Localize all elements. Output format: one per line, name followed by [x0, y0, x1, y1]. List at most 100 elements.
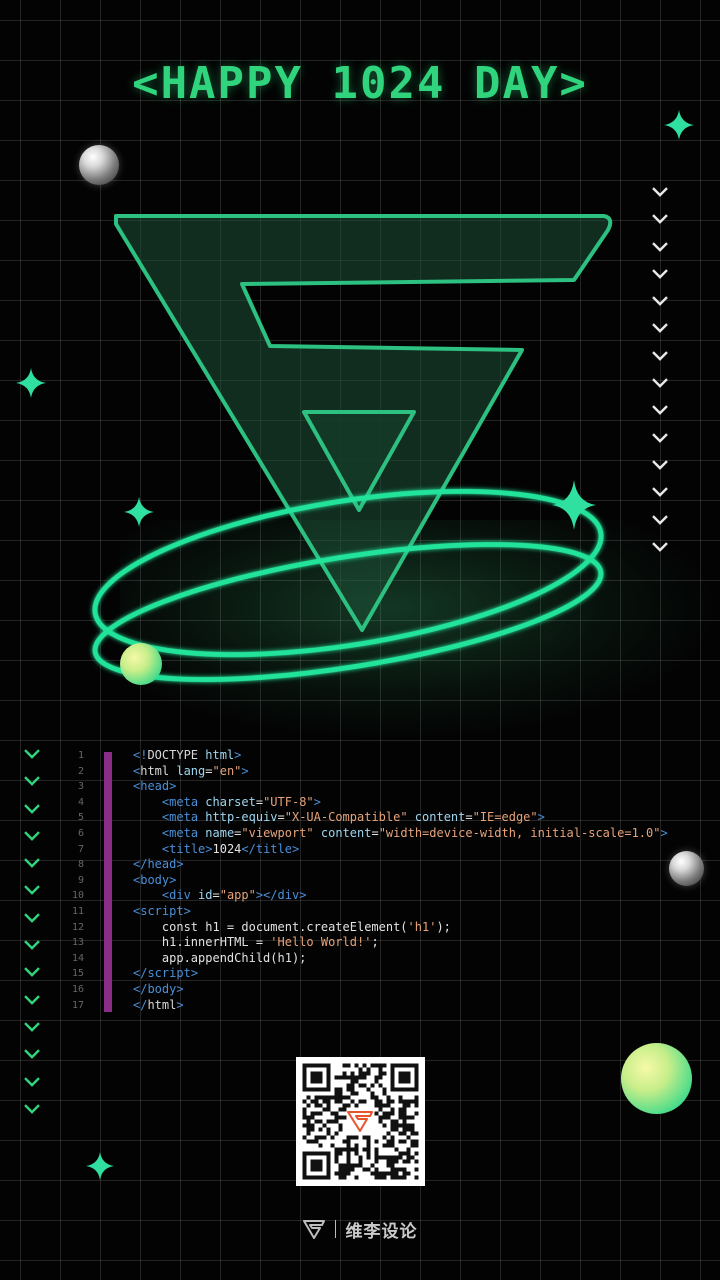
code-text: <!DOCTYPE html> [133, 748, 241, 764]
code-token: > [241, 763, 249, 778]
chevron-down-icon [24, 749, 40, 759]
code-token: = [277, 810, 285, 825]
qr-code-image [302, 1063, 419, 1180]
code-line: 13 h1.innerHTML = 'Hello World!'; [60, 935, 720, 951]
code-token: script [147, 966, 191, 981]
qr-code[interactable] [296, 1057, 425, 1186]
code-token: "en" [212, 763, 242, 778]
code-token: meta [169, 810, 206, 825]
code-line: 5 <meta http-equiv="X-UA-Compatible" con… [60, 810, 720, 826]
code-line: 7 <title>1024</title> [60, 842, 720, 858]
code-token: = [371, 825, 379, 840]
code-token: name [205, 825, 235, 840]
chevron-column-left [22, 742, 42, 1124]
code-line: 15 </script> [60, 966, 720, 982]
line-number: 2 [77, 765, 84, 777]
code-token: h1.innerHTML = [133, 935, 271, 950]
sparkle-icon [124, 497, 154, 527]
code-line: 6 <meta name="viewport" content="width=d… [60, 826, 720, 842]
code-text: app.appendChild(h1); [133, 951, 307, 967]
code-text: </head> [133, 857, 184, 873]
code-line: 9 <body> [60, 873, 720, 889]
code-line: 3 <head> [60, 779, 720, 795]
code-token: "UTF-8" [263, 794, 314, 809]
line-number: 16 [71, 983, 84, 995]
line-number: 6 [77, 827, 84, 839]
lime-orb [621, 1043, 692, 1114]
line-number: 9 [77, 874, 84, 886]
code-token: 'Hello World!' [270, 935, 372, 950]
line-number: 4 [77, 796, 84, 808]
line-number: 14 [71, 952, 84, 964]
chevron-down-icon [24, 885, 40, 896]
code-token: body [147, 981, 177, 996]
code-token: body [140, 872, 170, 887]
code-token: DOCTYPE [147, 748, 206, 762]
code-token: </ [133, 966, 148, 981]
code-token: > [190, 966, 199, 981]
sparkle-icon [16, 368, 46, 398]
chevron-down-icon [652, 351, 668, 361]
code-token: http-equiv [205, 810, 278, 825]
code-token: > [176, 857, 184, 872]
code-text: <html lang="en"> [133, 764, 249, 780]
code-token: = [205, 763, 213, 778]
code-line: 14 app.appendChild(h1); [60, 951, 720, 967]
code-token: "IE=edge" [472, 810, 538, 825]
code-token: = [465, 810, 473, 825]
code-text: <title>1024</title> [133, 842, 299, 858]
code-token: meta [169, 825, 206, 840]
code-token: head [140, 779, 170, 794]
code-text: <script> [133, 904, 191, 920]
line-number: 8 [77, 859, 84, 871]
triangle-logo-graphic [92, 214, 613, 682]
code-token: "viewport" [241, 825, 321, 840]
line-number: 12 [71, 921, 84, 933]
code-token: "X-UA-Compatible" [284, 810, 415, 825]
code-token: </ [241, 841, 256, 856]
code-text: </body> [133, 982, 184, 998]
sparkle-icon [86, 1152, 114, 1180]
code-line: 2 <html lang="en"> [60, 764, 720, 780]
chevron-down-icon [652, 487, 668, 498]
chevron-down-icon [24, 913, 40, 923]
code-text: <meta http-equiv="X-UA-Compatible" conte… [133, 810, 545, 826]
chevron-down-icon [652, 323, 668, 334]
chevron-down-icon [652, 296, 668, 307]
line-number: 10 [71, 890, 84, 902]
chevron-down-icon [24, 967, 40, 978]
code-token: > [313, 794, 321, 809]
lime-orb [120, 643, 162, 685]
code-token: div [169, 888, 199, 903]
code-line: 1 <!DOCTYPE html> [60, 748, 720, 764]
code-token: const h1 = document.createElement( [133, 919, 408, 934]
code-token: html [147, 997, 177, 1012]
sparkle-icon [664, 110, 694, 140]
code-token: </ [133, 981, 148, 996]
code-token: content [414, 810, 466, 825]
code-line: 11 <script> [60, 904, 720, 920]
chevron-down-icon [652, 460, 668, 470]
chevron-down-icon [24, 940, 40, 950]
sparkle-icon [552, 480, 596, 530]
chevron-down-icon [652, 432, 668, 443]
code-token: title [169, 841, 206, 856]
chevron-down-icon [652, 241, 668, 252]
chevron-down-icon [652, 214, 668, 225]
code-editor: 1 <!DOCTYPE html> 2 <html lang="en"> 3 <head>… [60, 748, 720, 1013]
code-token: > [660, 825, 668, 840]
line-number: 17 [71, 999, 84, 1011]
code-token: id [198, 888, 213, 903]
line-number: 7 [77, 843, 84, 855]
code-text: <body> [133, 873, 176, 889]
code-text: <head> [133, 779, 176, 795]
code-text: </script> [133, 966, 198, 982]
chevron-down-icon [652, 378, 668, 388]
code-token: > [299, 888, 307, 903]
code-token: > [291, 841, 300, 856]
code-token: html [205, 748, 235, 762]
code-token: "app" [219, 888, 256, 903]
code-token: > [183, 903, 191, 918]
chevron-down-icon [652, 514, 668, 525]
